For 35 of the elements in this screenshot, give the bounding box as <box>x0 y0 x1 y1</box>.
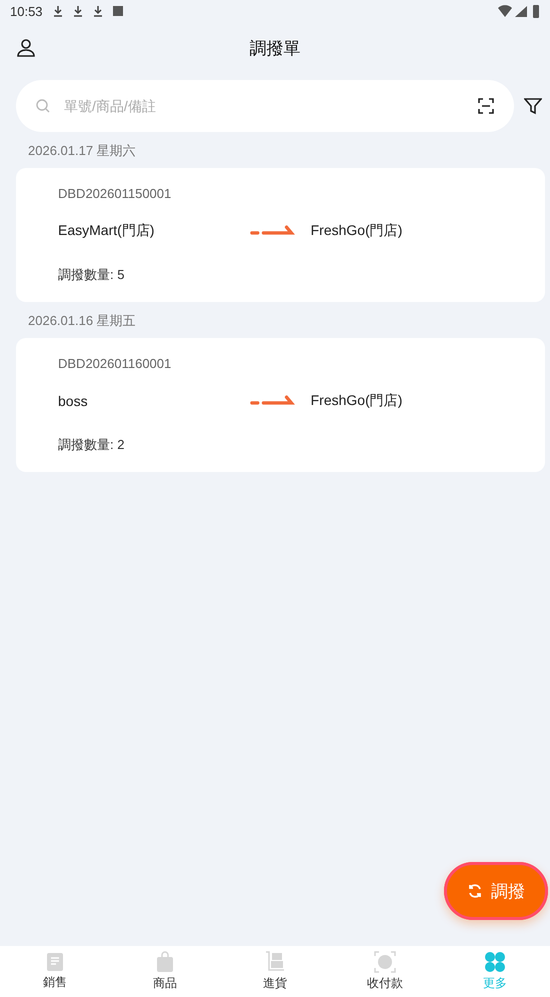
filter-icon[interactable] <box>524 97 542 115</box>
clover-icon <box>484 951 506 973</box>
status-time: 10:53 <box>10 4 43 18</box>
coin-scan-icon <box>374 951 396 973</box>
cart-icon <box>264 951 286 973</box>
destination-store: FreshGo(門店) <box>310 392 404 410</box>
bag-icon <box>155 951 175 973</box>
refresh-icon <box>467 883 483 899</box>
transfer-quantity: 調撥數量: 5 <box>58 266 126 284</box>
download-icon <box>92 5 103 17</box>
arrow-icon <box>250 225 295 237</box>
source-store: EasyMart(門店) <box>58 222 156 240</box>
transfer-card[interactable]: DBD202601160001 boss FreshGo(門店) 調撥數量: 2 <box>16 338 545 472</box>
nav-tab[interactable]: 銷售 <box>0 946 110 997</box>
search-field[interactable]: 單號/商品/備註 <box>62 97 466 115</box>
transfer-card[interactable]: DBD202601150001 EasyMart(門店) FreshGo(門店) 調撥數量: 5 <box>16 168 545 302</box>
order-number: DBD202601150001 <box>58 186 172 201</box>
download-icon <box>52 5 63 17</box>
date-heading: 2026.01.16 星期五 <box>27 312 137 330</box>
user-icon[interactable] <box>16 38 36 58</box>
download-icon <box>72 5 83 17</box>
date-heading: 2026.01.17 星期六 <box>27 142 137 160</box>
page-title: 調撥單 <box>248 38 302 60</box>
source-store: boss <box>58 393 89 409</box>
arrow-icon <box>250 395 295 407</box>
nav-tab[interactable]: 進貨 <box>220 946 330 997</box>
order-number: DBD202601160001 <box>58 356 172 371</box>
document-icon <box>45 952 65 972</box>
nav-tab[interactable]: 商品 <box>110 946 220 997</box>
transfer-quantity: 調撥數量: 2 <box>58 436 126 454</box>
destination-store: FreshGo(門店) <box>310 222 404 240</box>
search-bar[interactable]: 單號/商品/備註 <box>16 80 514 132</box>
search-icon <box>36 99 50 113</box>
scan-icon[interactable] <box>478 98 494 114</box>
nav-tab[interactable]: 收付款 <box>330 946 440 997</box>
